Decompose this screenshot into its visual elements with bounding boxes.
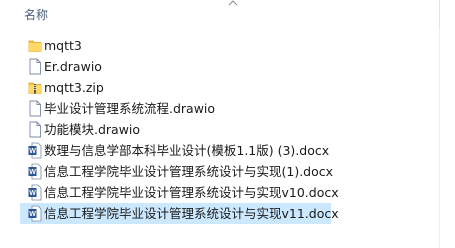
list-item-label: 信息工程学院毕业设计管理系统设计与实现v10.docx: [44, 185, 339, 200]
word-doc-icon: W: [28, 184, 42, 201]
file-icon: [29, 100, 41, 117]
svg-text:W: W: [29, 190, 36, 197]
zip-folder-icon: [28, 82, 42, 94]
list-item-label: mqtt3: [44, 38, 82, 53]
name-column-header[interactable]: 名称: [24, 6, 48, 23]
list-item-label: Er.drawio: [44, 59, 102, 74]
list-item-label: mqtt3.zip: [44, 80, 104, 95]
list-item-label: 功能模块.drawio: [44, 122, 141, 137]
list-item-label: 数理与信息学部本科毕业设计(模板1.1版) (3).docx: [44, 143, 330, 158]
list-item[interactable]: mqtt3.zip: [0, 77, 440, 98]
list-item[interactable]: W 信息工程学院毕业设计管理系统设计与实现(1).docx: [0, 161, 440, 182]
list-item-selected[interactable]: W 信息工程学院毕业设计管理系统设计与实现v11.docx: [20, 203, 339, 224]
folder-icon: [28, 40, 42, 52]
list-item-label: 信息工程学院毕业设计管理系统设计与实现v11.docx: [44, 206, 339, 221]
list-item[interactable]: W 信息工程学院毕业设计管理系统设计与实现v10.docx: [0, 182, 440, 203]
svg-text:W: W: [29, 211, 36, 218]
svg-text:W: W: [29, 169, 36, 176]
column-header-bar: 名称: [0, 0, 455, 28]
list-item[interactable]: mqtt3: [0, 35, 440, 56]
list-item[interactable]: 毕业设计管理系统流程.drawio: [0, 98, 440, 119]
list-item[interactable]: W 数理与信息学部本科毕业设计(模板1.1版) (3).docx: [0, 140, 440, 161]
list-item-label: 信息工程学院毕业设计管理系统设计与实现(1).docx: [44, 164, 334, 179]
column-divider[interactable]: [439, 0, 440, 28]
svg-text:W: W: [29, 148, 36, 155]
word-doc-icon: W: [28, 142, 42, 159]
list-item[interactable]: 功能模块.drawio: [0, 119, 440, 140]
word-doc-icon: W: [28, 163, 42, 180]
list-item[interactable]: Er.drawio: [0, 56, 440, 77]
file-icon: [29, 121, 41, 138]
sort-ascending-icon: [228, 0, 238, 6]
word-doc-icon: W: [28, 205, 42, 222]
list-item-label: 毕业设计管理系统流程.drawio: [44, 101, 216, 116]
file-icon: [29, 58, 41, 75]
